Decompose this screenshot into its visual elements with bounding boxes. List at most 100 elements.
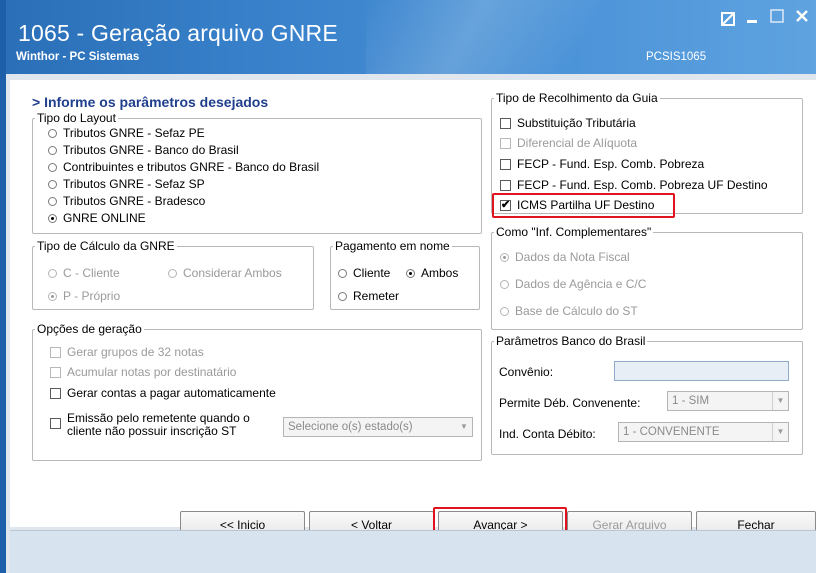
check-fecp[interactable]: FECP - Fund. Esp. Comb. Pobreza <box>500 157 704 171</box>
radio-label: Dados da Nota Fiscal <box>515 250 630 264</box>
app-window: 1065 - Geração arquivo GNRE Winthor - PC… <box>0 0 816 573</box>
radio-label: Ambos <box>421 266 459 280</box>
payment-legend: Pagamento em nome <box>335 239 450 253</box>
checkbox-label: Diferencial de Alíquota <box>517 136 638 150</box>
collection-type-group: Tipo de Recolhimento da Guia <box>491 92 803 214</box>
radio-icon[interactable] <box>500 306 509 316</box>
radio-icon[interactable] <box>500 279 509 289</box>
radio-icon[interactable] <box>338 268 347 278</box>
chevron-down-icon[interactable]: ▼ <box>456 418 472 436</box>
checkbox[interactable] <box>500 137 511 149</box>
radio-icon[interactable] <box>48 145 57 155</box>
check-icms-partilha[interactable]: ✔ ICMS Partilha UF Destino <box>500 198 654 212</box>
radio-label: P - Próprio <box>63 289 121 303</box>
states-select[interactable]: Selecione o(s) estado(s) ▼ <box>283 417 473 437</box>
radio-label: Cliente <box>353 266 391 280</box>
checkbox-label-line2: cliente não possuir inscrição ST <box>67 424 237 438</box>
radio-payment-remeter[interactable]: Remeter <box>338 289 399 303</box>
check-substituicao[interactable]: Substituição Tributária <box>500 116 636 130</box>
radio-layout-contribuintes-bb[interactable]: Contribuintes e tributos GNRE - Banco do… <box>48 160 319 174</box>
radio-calc-cliente[interactable]: C - Cliente <box>48 266 120 280</box>
radio-label: Tributos GNRE - Sefaz SP <box>63 177 205 191</box>
page-heading: > Informe os parâmetros desejados <box>32 94 269 110</box>
check-gerar-contas[interactable]: Gerar contas a pagar automaticamente <box>50 386 276 400</box>
checkbox-label: Gerar contas a pagar automaticamente <box>67 386 276 400</box>
main-panel: > Informe os parâmetros desejados Tipo d… <box>10 80 816 543</box>
checkbox[interactable] <box>50 387 61 399</box>
window-left-border <box>0 0 6 573</box>
permite-select-value: 1 - SIM <box>672 395 710 407</box>
states-select-value: Selecione o(s) estado(s) <box>288 421 413 433</box>
check-emissao-remetente[interactable]: Emissão pelo remetente quando o cliente … <box>50 412 250 438</box>
checkbox-label: FECP - Fund. Esp. Comb. Pobreza <box>517 157 705 171</box>
convenio-label: Convênio: <box>499 365 554 379</box>
radio-icon[interactable] <box>338 291 347 301</box>
ind-conta-select-value: 1 - CONVENENTE <box>623 426 720 438</box>
checkbox-label: Substituição Tributária <box>517 116 636 130</box>
radio-label: Tributos GNRE - Sefaz PE <box>63 126 205 140</box>
layout-type-legend: Tipo do Layout <box>37 111 116 125</box>
check-fecp-uf-destino[interactable]: FECP - Fund. Esp. Comb. Pobreza UF Desti… <box>500 178 768 192</box>
radio-info-agencia[interactable]: Dados de Agência e C/C <box>500 277 646 291</box>
radio-calc-ambos[interactable]: Considerar Ambos <box>168 266 282 280</box>
radio-payment-cliente[interactable]: Cliente <box>338 266 390 280</box>
window-title: 1065 - Geração arquivo GNRE <box>18 20 338 46</box>
title-bar-gloss <box>366 0 626 74</box>
permite-select[interactable]: 1 - SIM ▼ <box>667 391 789 411</box>
window-subtitle: Winthor - PC Sistemas <box>16 51 140 63</box>
radio-layout-gnre-online[interactable]: GNRE ONLINE <box>48 211 146 225</box>
radio-layout-banco-brasil[interactable]: Tributos GNRE - Banco do Brasil <box>48 143 239 157</box>
bb-params-legend: Parâmetros Banco do Brasil <box>496 334 646 348</box>
radio-layout-bradesco[interactable]: Tributos GNRE - Bradesco <box>48 194 205 208</box>
checkbox[interactable] <box>500 158 511 170</box>
radio-label: Considerar Ambos <box>183 266 282 280</box>
close-icon[interactable] <box>795 9 809 26</box>
radio-icon[interactable] <box>48 162 57 172</box>
permite-label: Permite Déb. Convenente: <box>499 396 641 410</box>
maximize-icon[interactable] <box>770 9 784 26</box>
checkbox[interactable] <box>50 366 61 378</box>
convenio-field[interactable] <box>614 361 789 381</box>
radio-label: C - Cliente <box>63 266 120 280</box>
checkbox[interactable] <box>500 117 511 129</box>
radio-icon[interactable] <box>168 268 177 278</box>
ind-conta-select[interactable]: 1 - CONVENENTE ▼ <box>618 422 789 442</box>
radio-icon[interactable] <box>406 268 415 278</box>
radio-info-nota-fiscal[interactable]: Dados da Nota Fiscal <box>500 250 630 264</box>
checkbox-label: Acumular notas por destinatário <box>67 365 237 379</box>
check-acumular-notas[interactable]: Acumular notas por destinatário <box>50 365 236 379</box>
check-diferencial[interactable]: Diferencial de Alíquota <box>500 136 637 150</box>
restore-icon[interactable] <box>721 12 735 29</box>
radio-layout-sefaz-pe[interactable]: Tributos GNRE - Sefaz PE <box>48 126 205 140</box>
check-gerar-grupos[interactable]: Gerar grupos de 32 notas <box>50 345 204 359</box>
checkmark-icon[interactable]: ✔ <box>500 199 511 211</box>
collection-type-legend: Tipo de Recolhimento da Guia <box>496 91 658 105</box>
radio-icon[interactable] <box>500 252 509 262</box>
radio-payment-ambos[interactable]: Ambos <box>406 266 458 280</box>
checkbox[interactable] <box>50 418 61 429</box>
radio-icon[interactable] <box>48 128 57 138</box>
radio-icon[interactable] <box>48 196 57 206</box>
radio-calc-proprio[interactable]: P - Próprio <box>48 289 120 303</box>
chevron-down-icon[interactable]: ▼ <box>772 423 788 441</box>
radio-label: Dados de Agência e C/C <box>515 277 647 291</box>
checkbox-label-wrap: Emissão pelo remetente quando o cliente … <box>67 412 250 438</box>
radio-icon[interactable] <box>48 268 57 278</box>
radio-icon[interactable] <box>48 179 57 189</box>
checkbox[interactable] <box>50 346 61 358</box>
radio-icon[interactable] <box>48 291 57 301</box>
ind-conta-label: Ind. Conta Débito: <box>499 427 596 441</box>
radio-layout-sefaz-sp[interactable]: Tributos GNRE - Sefaz SP <box>48 177 205 191</box>
minimize-icon[interactable] <box>746 10 758 27</box>
radio-label: Contribuintes e tributos GNRE - Banco do… <box>63 160 320 174</box>
title-bar: 1065 - Geração arquivo GNRE Winthor - PC… <box>6 0 816 74</box>
radio-info-base-calculo[interactable]: Base de Cálculo do ST <box>500 304 638 318</box>
radio-label: Base de Cálculo do ST <box>515 304 638 318</box>
window-code: PCSIS1065 <box>646 51 707 63</box>
complementary-info-legend: Como "Inf. Complementares" <box>496 225 652 239</box>
checkbox[interactable] <box>500 179 511 191</box>
chevron-down-icon[interactable]: ▼ <box>772 392 788 410</box>
radio-icon[interactable] <box>48 213 57 223</box>
radio-label: Remeter <box>353 289 400 303</box>
radio-label: Tributos GNRE - Banco do Brasil <box>63 143 239 157</box>
